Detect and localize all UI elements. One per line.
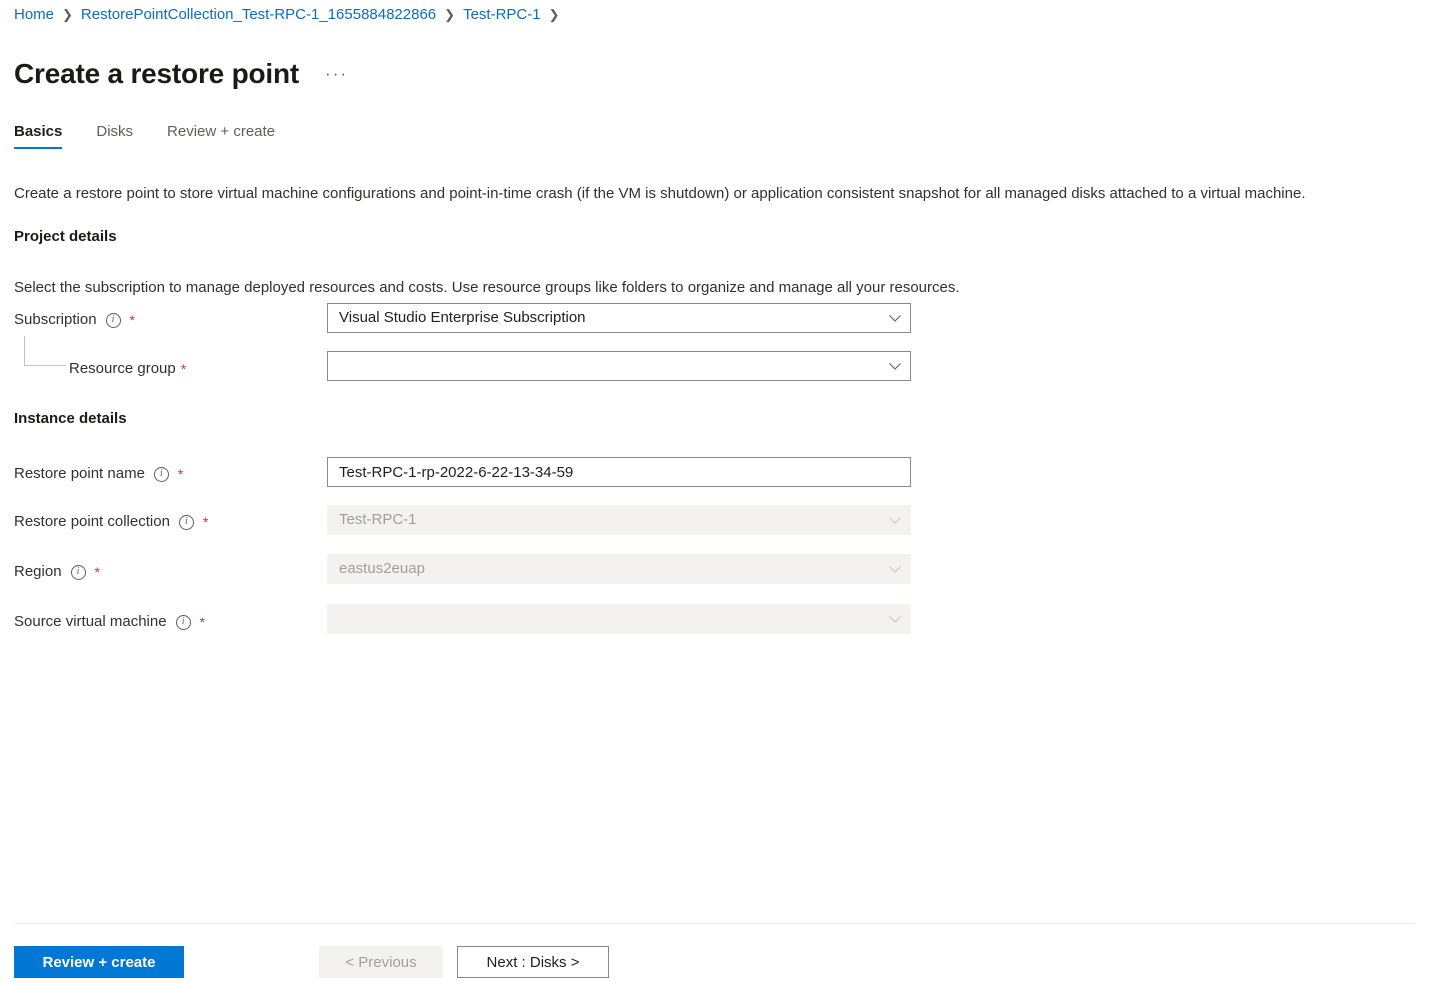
next-disks-button[interactable]: Next : Disks > <box>457 946 609 978</box>
previous-button: < Previous <box>319 946 443 978</box>
required-marker: * <box>178 467 183 481</box>
resource-group-label: Resource group <box>69 359 176 379</box>
chevron-down-icon <box>888 359 902 373</box>
breadcrumb-separator-icon: ❯ <box>62 4 73 26</box>
chevron-down-icon <box>888 311 902 325</box>
tab-bar: Basics Disks Review + create <box>14 122 309 156</box>
restore-point-collection-value: Test-RPC-1 <box>339 510 882 530</box>
info-icon[interactable]: i <box>71 565 86 580</box>
breadcrumb-item-test-rpc-1[interactable]: Test-RPC-1 <box>463 4 541 26</box>
breadcrumb: Home ❯ RestorePointCollection_Test-RPC-1… <box>14 4 567 26</box>
tab-review-create[interactable]: Review + create <box>167 122 275 149</box>
required-marker: * <box>200 615 205 629</box>
required-marker: * <box>95 565 100 579</box>
info-icon[interactable]: i <box>106 313 121 328</box>
tab-disks[interactable]: Disks <box>96 122 133 149</box>
review-create-button[interactable]: Review + create <box>14 946 184 978</box>
project-details-description: Select the subscription to manage deploy… <box>14 277 960 298</box>
section-heading-instance-details: Instance details <box>14 409 127 429</box>
info-icon[interactable]: i <box>154 467 169 482</box>
info-icon[interactable]: i <box>179 515 194 530</box>
section-heading-project-details: Project details <box>14 227 117 247</box>
restore-point-name-label: Restore point name <box>14 464 145 484</box>
chevron-down-icon <box>888 513 902 527</box>
footer-divider <box>14 923 1415 924</box>
region-label: Region <box>14 562 62 582</box>
required-marker: * <box>181 362 186 376</box>
page-title: Create a restore point <box>14 57 299 91</box>
breadcrumb-item-restore-point-collection[interactable]: RestorePointCollection_Test-RPC-1_165588… <box>81 4 436 26</box>
breadcrumb-separator-icon: ❯ <box>444 4 455 26</box>
form-description: Create a restore point to store virtual … <box>14 183 1306 204</box>
required-marker: * <box>130 313 135 327</box>
chevron-down-icon <box>888 612 902 626</box>
breadcrumb-separator-icon: ❯ <box>549 4 560 26</box>
region-value: eastus2euap <box>339 559 882 579</box>
region-select: eastus2euap <box>327 554 911 584</box>
title-row: Create a restore point ··· <box>14 38 350 110</box>
breadcrumb-item-home[interactable]: Home <box>14 4 54 26</box>
footer-actions: Review + create < Previous Next : Disks … <box>14 946 609 978</box>
info-icon[interactable]: i <box>176 615 191 630</box>
chevron-down-icon <box>888 562 902 576</box>
restore-point-collection-select: Test-RPC-1 <box>327 505 911 535</box>
restore-point-name-input[interactable] <box>327 457 911 487</box>
create-restore-point-page: Home ❯ RestorePointCollection_Test-RPC-1… <box>0 0 1429 982</box>
subscription-value: Visual Studio Enterprise Subscription <box>339 308 882 328</box>
source-virtual-machine-label: Source virtual machine <box>14 612 167 632</box>
restore-point-collection-label: Restore point collection <box>14 512 170 532</box>
subscription-label: Subscription <box>14 310 97 330</box>
resource-group-select[interactable] <box>327 351 911 381</box>
more-options-icon[interactable]: ··· <box>323 64 350 84</box>
tab-basics[interactable]: Basics <box>14 122 62 149</box>
required-marker: * <box>203 515 208 529</box>
subscription-select[interactable]: Visual Studio Enterprise Subscription <box>327 303 911 333</box>
source-virtual-machine-select <box>327 604 911 634</box>
